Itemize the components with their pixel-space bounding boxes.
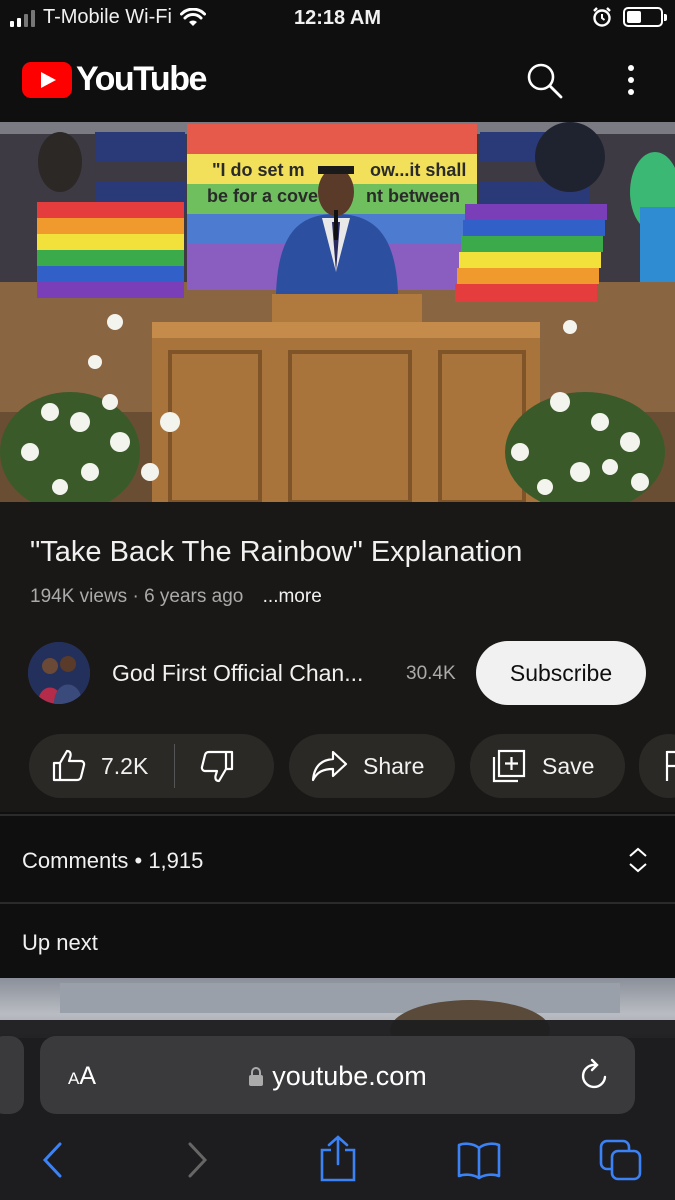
back-icon[interactable] (40, 1140, 64, 1180)
like-dislike-group: 7.2K (29, 734, 274, 798)
save-label: Save (542, 752, 595, 779)
clock: 12:18 AM (293, 7, 382, 29)
expand-collapse-icon[interactable] (624, 844, 652, 876)
upload-age: 6 years ago (144, 586, 244, 607)
add-to-playlist-icon (492, 749, 526, 783)
channel-name[interactable]: God First Official Chan... (112, 660, 363, 687)
flag-icon (665, 750, 675, 781)
video-player[interactable]: "I do set m ow...it shall be for a cove … (0, 122, 675, 502)
video-title[interactable]: "Take Back The Rainbow" Explanation (30, 536, 522, 569)
search-icon[interactable] (524, 60, 564, 100)
channel-row: God First Official Chan... 30.4K Subscri… (0, 638, 675, 708)
comments-header: Comments • 1,915 (22, 848, 204, 873)
video-frame: "I do set m ow...it shall be for a cove … (0, 122, 675, 502)
dislike-icon[interactable] (199, 748, 235, 784)
view-count: 194K views (30, 586, 128, 607)
like-icon[interactable] (51, 748, 87, 784)
app-header: YouTube (0, 38, 675, 122)
comments-section[interactable]: Comments • 1,915 (0, 814, 675, 900)
like-count[interactable]: 7.2K (101, 753, 148, 780)
save-button[interactable]: Save (470, 734, 625, 798)
share-button[interactable]: Share (289, 734, 455, 798)
subscribe-button[interactable]: Subscribe (476, 641, 646, 705)
share-arrow-icon (311, 750, 348, 782)
address-bar[interactable]: AA youtube.com (40, 1036, 635, 1114)
left-rainbow-flag (37, 202, 184, 298)
share-label: Share (363, 752, 425, 779)
alarm-icon (593, 7, 611, 27)
more-link[interactable]: ...more (263, 586, 322, 607)
action-bar: 7.2K Share Save (0, 734, 675, 800)
previous-tab-stub[interactable] (0, 1036, 24, 1114)
up-next-section: Up next (0, 902, 675, 978)
battery-icon (623, 7, 667, 27)
lock-icon (249, 1067, 264, 1086)
url-text: youtube.com (272, 1061, 427, 1091)
pulpit (152, 294, 540, 502)
comments-count: 1,915 (148, 848, 204, 873)
video-meta[interactable]: 194K views · 6 years ago ...more (30, 586, 322, 608)
slide-text-line2: be for a cove (207, 186, 318, 206)
more-actions-button[interactable] (639, 734, 675, 798)
status-bar: T-Mobile Wi-Fi 12:18 AM (0, 0, 675, 38)
right-rainbow-flag (455, 204, 607, 302)
like-divider (174, 744, 176, 788)
bookmarks-icon[interactable] (456, 1140, 502, 1180)
youtube-play-icon (22, 61, 72, 98)
slide-text-line1: "I do set m (212, 160, 305, 180)
more-vertical-icon[interactable] (616, 60, 646, 100)
up-next-label: Up next (22, 930, 98, 955)
comments-label: Comments (22, 848, 129, 873)
youtube-logo[interactable]: YouTube (22, 60, 207, 99)
share-icon[interactable] (318, 1134, 358, 1182)
forward-icon[interactable] (186, 1140, 210, 1180)
slide-text-line2b: nt between (366, 186, 460, 206)
channel-avatar[interactable] (28, 642, 90, 704)
tabs-icon[interactable] (598, 1138, 644, 1182)
reload-icon[interactable] (579, 1058, 611, 1092)
subscriber-count: 30.4K (406, 663, 456, 684)
video-info-panel: "Take Back The Rainbow" Explanation 194K… (0, 502, 675, 812)
slide-text-line1b: ow...it shall (370, 160, 466, 180)
